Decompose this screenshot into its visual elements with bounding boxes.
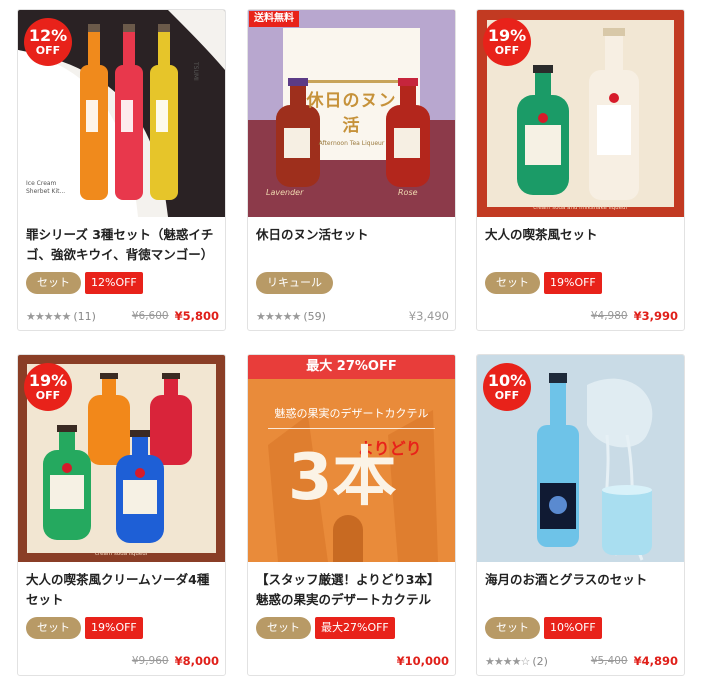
- product-title[interactable]: 休日のヌン活セット: [256, 225, 448, 245]
- review-count: (11): [73, 309, 96, 323]
- image-title: 休日のヌン活: [306, 91, 397, 136]
- tag-row: セット 19%OFF: [485, 272, 602, 294]
- original-price: ¥5,400: [590, 655, 628, 667]
- product-image[interactable]: 10% OFF: [477, 355, 684, 562]
- badge-off: OFF: [494, 389, 520, 402]
- discount-badge: 12% OFF: [24, 18, 72, 66]
- product-card[interactable]: cream soda liqueur 19% OFF 大人の喫茶風クリームソーダ…: [17, 354, 226, 676]
- sale-banner: 最大 27%OFF: [248, 355, 455, 379]
- image-caption: Ice Cream Sherbet Kit...: [26, 180, 66, 195]
- discount-badge: 10% OFF: [483, 363, 531, 411]
- free-shipping-badge: 送料無料: [249, 11, 299, 27]
- product-title[interactable]: 大人の喫茶風セット: [485, 225, 677, 245]
- tag-row: リキュール: [256, 272, 333, 294]
- badge-percent: 19%: [487, 26, 527, 45]
- product-title[interactable]: 大人の喫茶風クリームソーダ4種セット: [26, 570, 218, 610]
- product-image[interactable]: cream soda liqueur 19% OFF: [18, 355, 225, 562]
- product-card[interactable]: Ice Cream Sherbet Kit... TSUMI 12% OFF 罪…: [17, 9, 226, 331]
- star-rating: ★★★★★: [26, 309, 71, 323]
- sale-price: ¥3,990: [633, 309, 678, 323]
- product-card[interactable]: 10% OFF 海月のお酒とグラスのセット セット 10%OFF ★★★★☆ (2…: [476, 354, 685, 676]
- rating-stars: ★★★★★ (11): [26, 310, 96, 323]
- original-price: ¥9,960: [131, 655, 169, 667]
- image-big-text: 3本: [288, 441, 397, 515]
- rating-stars: ★★★★☆ (2): [485, 655, 548, 668]
- price: ¥3,490: [408, 309, 449, 323]
- badge-off: OFF: [35, 389, 61, 402]
- tag-row: セット 12%OFF: [26, 272, 143, 294]
- product-grid: Ice Cream Sherbet Kit... TSUMI 12% OFF 罪…: [0, 0, 701, 683]
- product-card[interactable]: 最大 27%OFF 魅惑の果実のデザートカクテル よりどり 3本 【スタッフ厳選…: [247, 354, 456, 676]
- product-image[interactable]: 最大 27%OFF 魅惑の果実のデザートカクテル よりどり 3本: [248, 355, 455, 562]
- type-tag: セット: [26, 272, 81, 294]
- price-row: ★★★★☆ (2) ¥5,400 ¥4,890: [485, 653, 678, 669]
- product-title[interactable]: 海月のお酒とグラスのセット: [485, 570, 677, 590]
- type-tag: セット: [256, 617, 311, 639]
- review-count: (59): [303, 309, 326, 323]
- image-right-label: Rose: [398, 188, 418, 197]
- price-row: ★★★★★ (59) ¥3,490: [256, 308, 449, 324]
- discount-tag: 12%OFF: [85, 272, 143, 294]
- badge-off: OFF: [494, 44, 520, 57]
- product-card[interactable]: cream soda and milkshake liqueur 19% OFF…: [476, 9, 685, 331]
- sale-price: ¥10,000: [396, 654, 449, 668]
- discount-tag: 10%OFF: [544, 617, 602, 639]
- image-subtitle: Afternoon Tea Liqueur: [318, 140, 385, 147]
- badge-off: OFF: [35, 44, 61, 57]
- sale-price: ¥4,890: [633, 654, 678, 668]
- discount-tag: 19%OFF: [544, 272, 602, 294]
- image-heading: 魅惑の果実のデザートカクテル: [274, 407, 429, 420]
- sale-price: ¥5,800: [174, 309, 219, 323]
- image-caption: cream soda and milkshake liqueur: [533, 205, 628, 211]
- price-row: ¥4,980 ¥3,990: [485, 308, 678, 324]
- review-count: (2): [532, 654, 548, 668]
- image-caption: cream soda liqueur: [94, 551, 149, 557]
- product-image[interactable]: cream soda and milkshake liqueur 19% OFF: [477, 10, 684, 217]
- price-row: ¥9,960 ¥8,000: [26, 653, 219, 669]
- badge-percent: 10%: [487, 371, 527, 390]
- discount-badge: 19% OFF: [483, 18, 531, 66]
- discount-badge: 19% OFF: [24, 363, 72, 411]
- image-left-label: Lavender: [266, 188, 304, 197]
- type-tag: セット: [485, 617, 540, 639]
- type-tag: リキュール: [256, 272, 333, 294]
- original-price: ¥4,980: [590, 310, 628, 322]
- tag-row: セット 10%OFF: [485, 617, 602, 639]
- original-price: ¥6,600: [131, 310, 169, 322]
- image-brand: TSUMI: [192, 62, 199, 81]
- star-rating: ★★★★☆: [485, 654, 530, 668]
- product-title[interactable]: 罪シリーズ 3種セット（魅惑イチゴ、強欲キウイ、背徳マンゴー）: [26, 225, 218, 265]
- price-row: ¥10,000: [256, 653, 449, 669]
- type-tag: セット: [26, 617, 81, 639]
- rating-stars: ★★★★★ (59): [256, 310, 326, 323]
- product-image[interactable]: 休日のヌン活 Afternoon Tea Liqueur Lavender Ro…: [248, 10, 455, 217]
- star-rating: ★★★★★: [256, 309, 301, 323]
- product-title[interactable]: 【スタッフ厳選！よりどり3本】魅惑の果実のデザートカクテル: [256, 570, 448, 610]
- tag-row: セット 最大27%OFF: [256, 617, 395, 639]
- badge-percent: 19%: [28, 371, 68, 390]
- sale-price: ¥8,000: [174, 654, 219, 668]
- type-tag: セット: [485, 272, 540, 294]
- tag-row: セット 19%OFF: [26, 617, 143, 639]
- discount-tag: 最大27%OFF: [315, 617, 395, 639]
- badge-percent: 12%: [28, 26, 68, 45]
- product-card[interactable]: 休日のヌン活 Afternoon Tea Liqueur Lavender Ro…: [247, 9, 456, 331]
- product-image[interactable]: Ice Cream Sherbet Kit... TSUMI 12% OFF: [18, 10, 225, 217]
- discount-tag: 19%OFF: [85, 617, 143, 639]
- price-row: ★★★★★ (11) ¥6,600 ¥5,800: [26, 308, 219, 324]
